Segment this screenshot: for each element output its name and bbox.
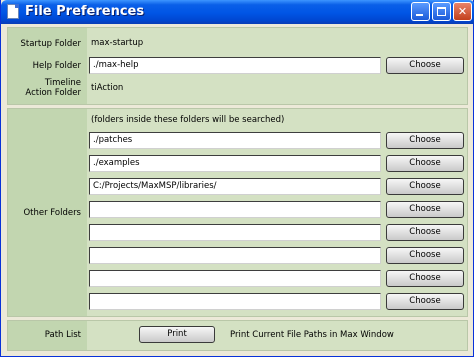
other-folder-field-5[interactable]	[89, 224, 381, 241]
print-description: Print Current File Paths in Max Window	[230, 330, 394, 340]
help-folder-label: Help Folder	[32, 61, 81, 71]
folders-panel: Startup Folder max-startup Help Folder .…	[7, 27, 468, 105]
help-folder-choose-button[interactable]: Choose	[386, 57, 464, 74]
path-list-panel: Path List Print Print Current File Paths…	[7, 320, 468, 351]
other-folder-choose-button-7[interactable]: Choose	[386, 270, 464, 287]
other-folders-label: Other Folders	[23, 208, 81, 218]
other-folders-note: (folders inside these folders will be se…	[91, 115, 285, 125]
other-folders-panel: Other Folders (folders inside these fold…	[7, 108, 468, 317]
help-folder-field[interactable]: ./max-help	[89, 57, 381, 74]
other-folder-field-6[interactable]	[89, 247, 381, 264]
other-folder-choose-button-8[interactable]: Choose	[386, 293, 464, 310]
title-bar[interactable]: File Preferences ✕	[1, 0, 474, 24]
window-title: File Preferences	[25, 4, 145, 19]
file-preferences-window: File Preferences ✕ Startup Folder max-st…	[0, 0, 474, 357]
other-folder-field-3[interactable]: C:/Projects/MaxMSP/libraries/	[89, 178, 381, 195]
other-folder-choose-button-2[interactable]: Choose	[386, 155, 464, 172]
other-folder-choose-button-1[interactable]: Choose	[386, 132, 464, 149]
other-folder-field-7[interactable]	[89, 270, 381, 287]
startup-folder-label: Startup Folder	[20, 39, 81, 49]
timeline-folder-value: tiAction	[91, 83, 124, 93]
maximize-button[interactable]	[432, 2, 451, 21]
minimize-icon	[416, 14, 423, 16]
other-folder-choose-button-3[interactable]: Choose	[386, 178, 464, 195]
maximize-icon	[437, 7, 446, 16]
other-folder-choose-button-4[interactable]: Choose	[386, 201, 464, 218]
path-list-label: Path List	[44, 330, 81, 340]
other-folder-field-4[interactable]	[89, 201, 381, 218]
other-folder-field-1[interactable]: ./patches	[89, 132, 381, 149]
close-icon: ✕	[457, 5, 468, 18]
timeline-label-line2: Action Folder	[25, 88, 81, 98]
other-folder-field-8[interactable]	[89, 293, 381, 310]
print-button[interactable]: Print	[139, 326, 215, 343]
other-folder-field-2[interactable]: ./examples	[89, 155, 381, 172]
startup-folder-value: max-startup	[91, 38, 144, 48]
other-folder-choose-button-5[interactable]: Choose	[386, 224, 464, 241]
close-button[interactable]: ✕	[453, 2, 472, 21]
minimize-button[interactable]	[411, 2, 430, 21]
other-folder-choose-button-6[interactable]: Choose	[386, 247, 464, 264]
document-icon	[7, 4, 19, 19]
timeline-label-line1: Timeline	[44, 78, 81, 88]
